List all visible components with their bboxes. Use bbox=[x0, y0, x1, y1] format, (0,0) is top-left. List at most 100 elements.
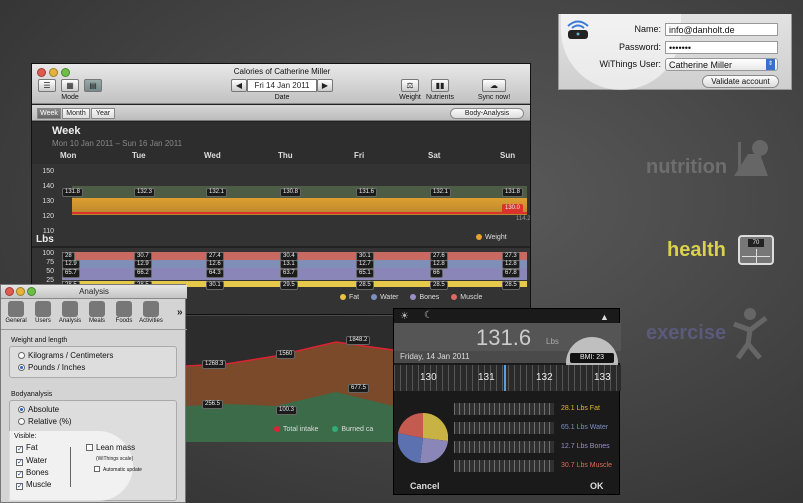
body-analysis-button[interactable]: Body-Analysis bbox=[450, 108, 524, 119]
absolute-option[interactable]: Absolute bbox=[18, 405, 59, 414]
composition-pie bbox=[397, 412, 449, 464]
body-legend: Fat Water Bones Muscle bbox=[340, 294, 482, 301]
sync-icon[interactable]: ☁ bbox=[482, 79, 506, 92]
total-legend-dot bbox=[274, 426, 280, 433]
pref-label: Analysis bbox=[58, 318, 82, 324]
weight-value-label: 130.8 bbox=[280, 188, 302, 197]
fat-legend-dot bbox=[340, 294, 346, 301]
muscle-check[interactable]: ✓ Muscle bbox=[16, 480, 51, 490]
analysis-zoom-button[interactable] bbox=[27, 287, 36, 296]
nutrients-label[interactable]: Nutrients bbox=[424, 94, 456, 101]
fat-slider[interactable] bbox=[454, 403, 554, 415]
next-date-icon[interactable]: ▶ bbox=[317, 79, 333, 92]
password-field[interactable]: ••••••• bbox=[665, 41, 778, 54]
pref-meals[interactable]: Meals bbox=[84, 301, 110, 324]
sun-icon[interactable]: ☀ bbox=[400, 311, 409, 322]
list-mode-icon[interactable]: ☰ bbox=[38, 79, 56, 92]
visible-label: Visible: bbox=[14, 433, 37, 440]
relative-radio[interactable] bbox=[18, 418, 25, 425]
lean-mass-checkbox[interactable] bbox=[86, 444, 93, 451]
water-value-label: 12.9 bbox=[62, 260, 80, 269]
moon-icon[interactable]: ☾ bbox=[424, 310, 433, 321]
bones-value-label: 65.7 bbox=[62, 269, 80, 278]
date-field[interactable]: Fri 14 Jan 2011 bbox=[247, 79, 317, 92]
water-checkbox[interactable]: ✓ bbox=[16, 459, 23, 466]
tab-year[interactable]: Year bbox=[91, 108, 115, 119]
lbs-radio[interactable] bbox=[18, 364, 25, 371]
pref-analysis[interactable]: Analysis bbox=[57, 301, 83, 324]
relative-option[interactable]: Relative (%) bbox=[18, 417, 72, 426]
pref-users[interactable]: Users bbox=[30, 301, 56, 324]
lean-mass-check[interactable]: Lean mass bbox=[86, 443, 135, 452]
more-chevron-icon[interactable]: » bbox=[177, 307, 183, 318]
lbs-option[interactable]: Pounds / Inches bbox=[18, 363, 85, 372]
pref-foods[interactable]: Foods bbox=[111, 301, 137, 324]
exercise-label[interactable]: exercise bbox=[646, 322, 726, 345]
kg-radio[interactable] bbox=[18, 352, 25, 359]
bones-checkbox[interactable]: ✓ bbox=[16, 471, 23, 478]
body-y-tick: 75 bbox=[46, 259, 54, 266]
health-label[interactable]: health bbox=[667, 239, 726, 262]
lower-value: 114.2 bbox=[516, 216, 531, 222]
mode-label: Mode bbox=[61, 94, 79, 101]
bones-check[interactable]: ✓ Bones bbox=[16, 468, 49, 478]
cal-value-5: 256.5 bbox=[202, 400, 224, 409]
name-field[interactable]: info@danholt.de bbox=[665, 23, 778, 36]
cal-value-3: 1848.2 bbox=[346, 336, 371, 345]
chart-header: Week Mon 10 Jan 2011 – Sun 16 Jan 2011 M… bbox=[32, 122, 530, 164]
weight-value-label: 132.1 bbox=[206, 188, 228, 197]
calories-area-svg bbox=[185, 341, 394, 442]
water-value-label: 12.7 bbox=[356, 260, 374, 269]
fat-check[interactable]: ✓ Fat bbox=[16, 443, 38, 453]
exercise-icon[interactable] bbox=[730, 306, 778, 360]
weight-ruler[interactable]: 130 131 132 133 bbox=[394, 365, 621, 391]
kg-option[interactable]: Kilograms / Centimeters bbox=[18, 351, 113, 360]
weight-value-label: 132.1 bbox=[430, 188, 452, 197]
legend-burned: Burned ca bbox=[341, 426, 374, 433]
grid-mode-icon[interactable]: ▦ bbox=[61, 79, 79, 92]
weight-icon[interactable]: ⚖ bbox=[401, 79, 419, 92]
water-check[interactable]: ✓ Water bbox=[16, 456, 47, 466]
analysis-close-button[interactable] bbox=[5, 287, 14, 296]
password-label: Password: bbox=[618, 42, 661, 52]
general-icon bbox=[8, 301, 24, 317]
eject-icon[interactable]: ▲ bbox=[600, 312, 609, 322]
chart-mode-icon[interactable]: ▤ bbox=[84, 79, 102, 92]
cal-value-6: 100.3 bbox=[276, 406, 298, 415]
auto-update-check[interactable]: Automatic update bbox=[94, 466, 142, 473]
nutrition-label[interactable]: nutrition bbox=[646, 156, 727, 179]
fat-checkbox[interactable]: ✓ bbox=[16, 446, 23, 453]
withings-user-value: Catherine Miller bbox=[669, 60, 733, 70]
water-value-label: 12.8 bbox=[502, 260, 520, 269]
window-title: Calories of Catherine Miller bbox=[233, 67, 331, 76]
nutrition-icon[interactable] bbox=[730, 136, 778, 180]
absolute-radio[interactable] bbox=[18, 406, 25, 413]
weight-value-label: 131.8 bbox=[62, 188, 84, 197]
select-arrows-icon: ⇕ bbox=[766, 59, 775, 70]
muscle-slider[interactable] bbox=[454, 460, 554, 472]
withings-user-label: WiThings User: bbox=[599, 59, 661, 69]
tab-week[interactable]: Week bbox=[37, 108, 61, 119]
prev-date-icon[interactable]: ◀ bbox=[231, 79, 247, 92]
cancel-button[interactable]: Cancel bbox=[410, 481, 440, 491]
withings-user-select[interactable]: Catherine Miller ⇕ bbox=[665, 58, 778, 71]
tab-month[interactable]: Month bbox=[62, 108, 90, 119]
analysis-minimize-button[interactable] bbox=[16, 287, 25, 296]
sync-label[interactable]: Sync now! bbox=[472, 94, 516, 101]
day-label: Fri bbox=[354, 151, 365, 160]
weight-label[interactable]: Weight bbox=[396, 94, 424, 101]
pref-activities[interactable]: Activities bbox=[138, 301, 164, 324]
cal-value-4: 677.5 bbox=[348, 384, 370, 393]
health-scale-icon[interactable]: 70 bbox=[738, 235, 774, 265]
body-y-tick: 100 bbox=[42, 250, 54, 257]
weight-length-group: Kilograms / Centimeters Pounds / Inches bbox=[9, 346, 177, 378]
pref-general[interactable]: General bbox=[3, 301, 29, 324]
bones-slider[interactable] bbox=[454, 441, 554, 453]
ok-button[interactable]: OK bbox=[590, 481, 604, 491]
nutrients-icon[interactable]: ▮▮ bbox=[431, 79, 449, 92]
auto-update-checkbox[interactable] bbox=[94, 466, 100, 472]
muscle-checkbox[interactable]: ✓ bbox=[16, 483, 23, 490]
period-tabbar: Week Month Year Body-Analysis bbox=[32, 105, 530, 121]
water-slider[interactable] bbox=[454, 422, 554, 434]
validate-account-button[interactable]: Validate account bbox=[702, 75, 779, 88]
